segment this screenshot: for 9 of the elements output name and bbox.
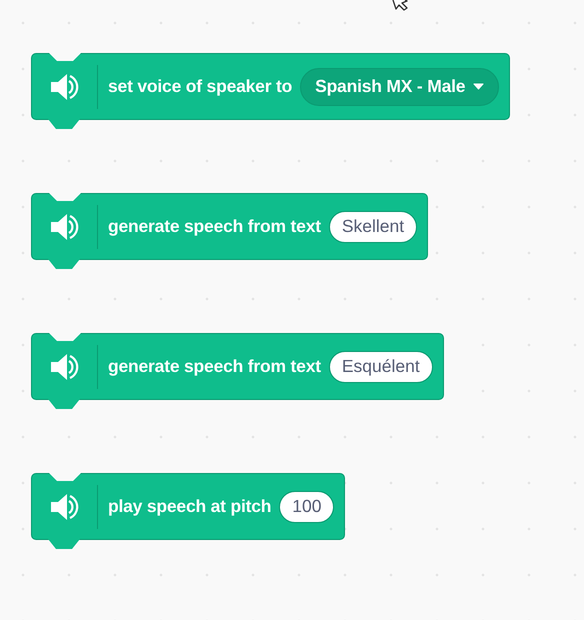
cursor-icon [392, 0, 409, 11]
block-label: set voice of speaker to [108, 75, 292, 98]
caret-icon [473, 83, 484, 90]
text-field[interactable]: Skellent [328, 210, 418, 242]
block-label: play speech at pitch [108, 495, 272, 518]
block-label: generate speech from text [108, 355, 321, 378]
block-label: generate speech from text [108, 215, 321, 238]
number-field[interactable]: 100 [279, 490, 334, 522]
text-field[interactable]: Esquélent [328, 350, 433, 382]
